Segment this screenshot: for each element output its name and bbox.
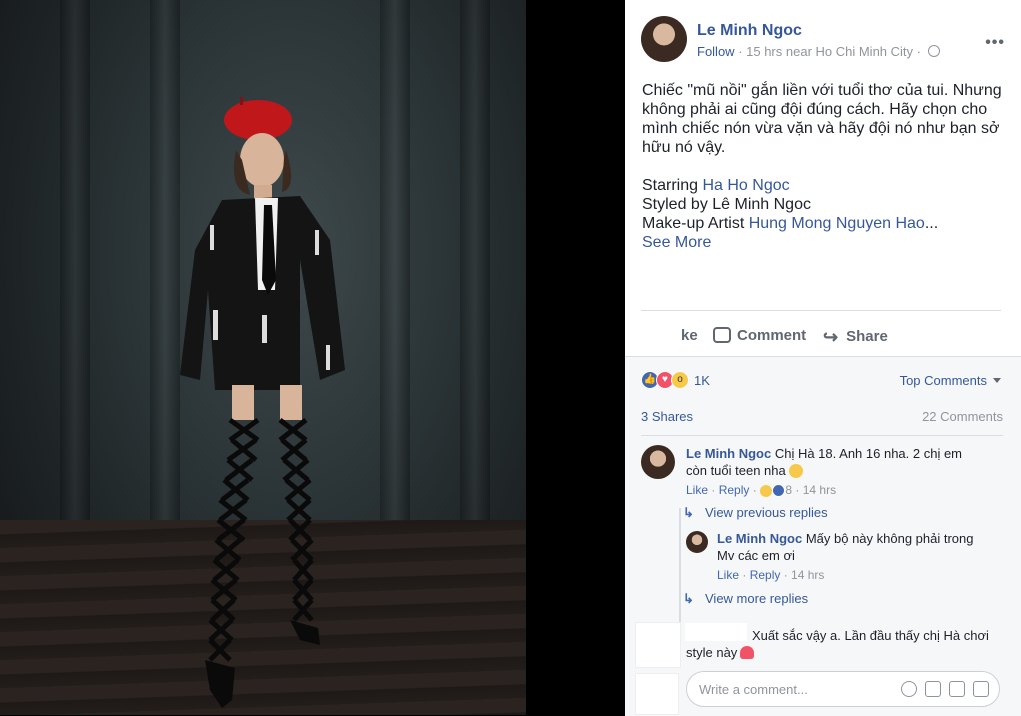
comments-count[interactable]: 22 Comments bbox=[922, 409, 1003, 424]
post-header: Le Minh Ngoc Follow · 15 hrs near Ho Chi… bbox=[641, 16, 1011, 66]
post-time-location: · 15 hrs near Ho Chi Minh City · bbox=[734, 44, 925, 59]
comment-button[interactable]: Comment bbox=[713, 327, 806, 344]
wow-reaction-icon: o bbox=[671, 371, 689, 389]
reply-meta: Like · Reply · 14 hrs bbox=[717, 568, 825, 582]
share-button[interactable]: ↪ Share bbox=[823, 327, 888, 348]
comment-avatar[interactable] bbox=[635, 622, 681, 668]
comment-like-link[interactable]: Like bbox=[686, 483, 708, 497]
divider bbox=[641, 435, 1003, 436]
reply-reply-link[interactable]: Reply bbox=[750, 568, 781, 582]
starring-line: Starring Ha Ho Ngoc bbox=[642, 177, 790, 194]
post-actions: ke Comment ↪ Share bbox=[641, 310, 1001, 361]
gif-icon[interactable] bbox=[949, 681, 965, 697]
comment-composer bbox=[686, 671, 1000, 707]
composer-avatar bbox=[635, 673, 679, 715]
like-button[interactable]: ke bbox=[681, 327, 698, 344]
reply-thread-line bbox=[679, 508, 681, 623]
post-photo[interactable] bbox=[0, 0, 526, 715]
shares-count[interactable]: 3 Shares bbox=[641, 409, 693, 424]
like-reaction-icon bbox=[772, 484, 786, 498]
follow-link[interactable]: Follow bbox=[697, 44, 735, 59]
post-stats: 3 Shares 22 Comments bbox=[641, 409, 1003, 424]
share-icon: ↪ bbox=[823, 327, 839, 347]
post-body: Chiếc "mũ nồi" gắn liền với tuổi thơ của… bbox=[642, 81, 1007, 252]
starring-link[interactable]: Ha Ho Ngoc bbox=[702, 177, 789, 194]
post-sidebar: Le Minh Ngoc Follow · 15 hrs near Ho Chi… bbox=[625, 0, 1021, 716]
reply-author[interactable]: Le Minh Ngoc bbox=[717, 531, 802, 546]
reactions-summary[interactable]: 👍 ♥ o 1K bbox=[641, 371, 710, 389]
comment-author[interactable]: Le Minh Ngoc bbox=[686, 446, 771, 461]
styled-by-line: Styled by Lê Minh Ngoc bbox=[642, 196, 811, 213]
laughing-emoji-icon bbox=[788, 464, 803, 478]
author-name[interactable]: Le Minh Ngoc bbox=[697, 22, 802, 40]
comment-icon bbox=[713, 327, 731, 343]
reply-arrow-icon: ↳ bbox=[683, 591, 694, 606]
reply-item: Le Minh Ngoc Mấy bộ này không phải trong… bbox=[717, 530, 987, 584]
see-more-link[interactable]: See More bbox=[642, 234, 711, 251]
comment-input[interactable] bbox=[697, 681, 881, 698]
reaction-count: 1K bbox=[694, 372, 710, 388]
reply-like-link[interactable]: Like bbox=[717, 568, 739, 582]
comment-reply-link[interactable]: Reply bbox=[719, 483, 750, 497]
camera-icon[interactable] bbox=[925, 681, 941, 697]
composer-tools bbox=[893, 681, 989, 700]
comment-time[interactable]: 14 hrs bbox=[803, 483, 836, 497]
comment-item: Xuất sắc vậy a. Lần đầu thấy chị Hà chơi… bbox=[686, 627, 996, 661]
comment-text: Xuất sắc vậy a. Lần đầu thấy chị Hà chơi… bbox=[686, 628, 989, 660]
emoji-icon[interactable] bbox=[901, 681, 917, 697]
post-meta: Follow · 15 hrs near Ho Chi Minh City · bbox=[697, 44, 940, 59]
top-comments-dropdown[interactable]: Top Comments bbox=[900, 373, 1001, 388]
globe-icon bbox=[927, 45, 940, 57]
view-more-replies[interactable]: ↳ View more replies bbox=[683, 591, 808, 607]
makeup-link[interactable]: Hung Mong Nguyen Hao bbox=[749, 215, 925, 232]
comment-meta: Like · Reply · 8 · 14 hrs bbox=[686, 483, 837, 498]
sticker-icon[interactable] bbox=[973, 681, 989, 697]
reply-arrow-icon: ↳ bbox=[683, 505, 694, 520]
photo-viewer bbox=[0, 0, 625, 715]
view-previous-replies[interactable]: ↳ View previous replies bbox=[683, 505, 828, 521]
comment-reaction-count[interactable]: 8 bbox=[785, 483, 792, 497]
reply-avatar[interactable] bbox=[686, 531, 708, 553]
author-avatar[interactable] bbox=[641, 16, 687, 62]
makeup-line: Make-up Artist Hung Mong Nguyen Hao... bbox=[642, 215, 939, 232]
comment-avatar[interactable] bbox=[641, 445, 675, 479]
heart-emoji-icon bbox=[740, 646, 755, 659]
feedback-area: 👍 ♥ o 1K Top Comments 3 Shares 22 Comments … bbox=[625, 356, 1021, 716]
post-caption: Chiếc "mũ nồi" gắn liền với tuổi thơ của… bbox=[642, 82, 1002, 156]
reply-time[interactable]: 14 hrs bbox=[791, 568, 824, 582]
haha-reaction-icon bbox=[760, 485, 773, 497]
more-options-icon[interactable]: ••• bbox=[985, 34, 1005, 52]
comment-item: Le Minh Ngoc Chị Hà 18. Anh 16 nha. 2 ch… bbox=[686, 445, 986, 499]
model-figure bbox=[180, 97, 345, 708]
caret-down-icon bbox=[993, 378, 1001, 383]
